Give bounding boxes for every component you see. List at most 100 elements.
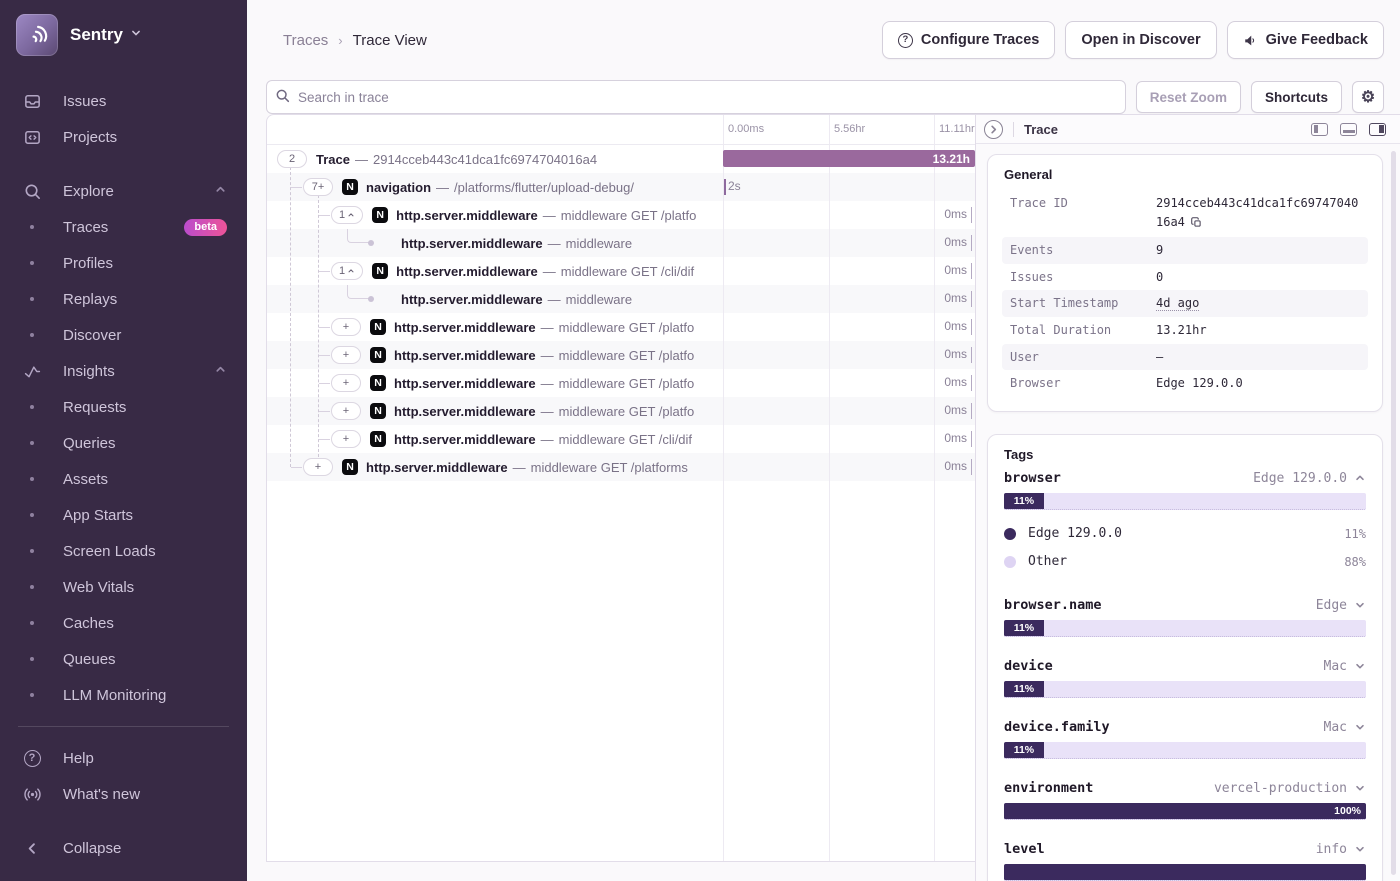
- sidebar-item-insights[interactable]: Insights: [0, 356, 247, 386]
- button-label: Give Feedback: [1266, 32, 1368, 48]
- open-in-discover-button[interactable]: Open in Discover: [1065, 21, 1216, 59]
- sidebar-item-web-vitals[interactable]: Web Vitals: [0, 572, 247, 602]
- legend-row[interactable]: Edge 129.0.011%: [1004, 520, 1366, 548]
- sidebar-item-discover[interactable]: Discover: [0, 320, 247, 350]
- button-label: Configure Traces: [921, 32, 1039, 48]
- tag-distribution-bar[interactable]: 11%: [1004, 742, 1366, 759]
- sidebar-item-label: Replays: [63, 291, 117, 308]
- sidebar-item-issues[interactable]: Issues: [0, 86, 247, 116]
- sidebar-item-help[interactable]: ?Help: [0, 743, 247, 773]
- tag-distribution-bar[interactable]: 100%: [1004, 803, 1366, 820]
- org-switcher[interactable]: Sentry: [0, 14, 247, 56]
- duration-tick: [971, 235, 973, 251]
- sidebar-item-requests[interactable]: Requests: [0, 392, 247, 422]
- trace-row[interactable]: +Nhttp.server.middleware—middleware GET …: [267, 453, 975, 481]
- sidebar-item-queries[interactable]: Queries: [0, 428, 247, 458]
- tag-key: environment: [1004, 780, 1093, 796]
- tag-value-dropdown[interactable]: vercel-production: [1214, 781, 1366, 796]
- sidebar-item-label: Caches: [63, 615, 114, 632]
- shortcuts-button[interactable]: Shortcuts: [1251, 81, 1342, 113]
- nextjs-icon: N: [342, 179, 358, 195]
- detail-scrollbar[interactable]: [1391, 151, 1396, 875]
- expand-children-button[interactable]: +: [331, 318, 361, 336]
- give-feedback-button[interactable]: Give Feedback: [1227, 21, 1384, 59]
- trace-row[interactable]: 1Nhttp.server.middleware—middleware GET …: [267, 257, 975, 285]
- tag-bar-percent: 100%: [1334, 805, 1361, 817]
- expand-children-button[interactable]: +: [331, 430, 361, 448]
- sidebar-item-explore[interactable]: Explore: [0, 176, 247, 206]
- expand-children-button[interactable]: +: [331, 374, 361, 392]
- expand-children-button[interactable]: 7+: [303, 178, 333, 196]
- expand-children-button[interactable]: 1: [331, 262, 363, 280]
- configure-traces-button[interactable]: ? Configure Traces: [882, 21, 1055, 59]
- tag-distribution-bar[interactable]: 11%: [1004, 620, 1366, 637]
- sidebar-section: Insights Requests Queries Assets App Starts S…: [0, 356, 247, 716]
- detail-title: Trace: [1024, 122, 1058, 137]
- legend-row[interactable]: Other88%: [1004, 548, 1366, 576]
- duration-tick: [971, 403, 973, 419]
- trace-row[interactable]: http.server.middleware—middleware0ms: [267, 285, 975, 313]
- trace-row[interactable]: http.server.middleware—middleware0ms: [267, 229, 975, 257]
- tag-distribution-bar[interactable]: 11%: [1004, 493, 1366, 510]
- expand-children-button[interactable]: +: [331, 346, 361, 364]
- sidebar-item-app-starts[interactable]: App Starts: [0, 500, 247, 530]
- sidebar-item-profiles[interactable]: Profiles: [0, 248, 247, 278]
- timeline-ruler[interactable]: 0.00ms5.56hr11.11hr: [723, 115, 975, 144]
- reset-zoom-button[interactable]: Reset Zoom: [1136, 81, 1241, 113]
- trace-row[interactable]: 7+Nnavigation—/platforms/flutter/upload-…: [267, 173, 975, 201]
- layout-left-icon[interactable]: [1311, 123, 1328, 136]
- trace-row[interactable]: +Nhttp.server.middleware—middleware GET …: [267, 397, 975, 425]
- expand-children-button[interactable]: +: [303, 458, 333, 476]
- sidebar-item-caches[interactable]: Caches: [0, 608, 247, 638]
- sidebar-item-screen-loads[interactable]: Screen Loads: [0, 536, 247, 566]
- timeline-tick-label: 0.00ms: [728, 123, 764, 135]
- tag-value-dropdown[interactable]: Mac: [1324, 659, 1366, 674]
- trace-row[interactable]: +Nhttp.server.middleware—middleware GET …: [267, 369, 975, 397]
- sidebar-item-replays[interactable]: Replays: [0, 284, 247, 314]
- tag-value-dropdown[interactable]: Edge: [1316, 598, 1366, 613]
- expand-panel-button[interactable]: [984, 120, 1003, 139]
- trace-row[interactable]: +Nhttp.server.middleware—middleware GET …: [267, 313, 975, 341]
- sidebar-item-what-s-new[interactable]: What's new: [0, 779, 247, 809]
- sidebar-item-llm-monitoring[interactable]: LLM Monitoring: [0, 680, 247, 710]
- copy-icon[interactable]: [1190, 215, 1202, 234]
- general-value[interactable]: 4d ago: [1156, 296, 1199, 311]
- sidebar-item-assets[interactable]: Assets: [0, 464, 247, 494]
- span-op-name: http.server.middleware: [401, 292, 543, 307]
- trace-duration-bar[interactable]: 13.21h: [723, 150, 975, 167]
- tag-value-dropdown[interactable]: Mac: [1324, 720, 1366, 735]
- tag-value-dropdown[interactable]: Edge 129.0.0: [1253, 471, 1366, 486]
- trace-row[interactable]: +Nhttp.server.middleware—middleware GET …: [267, 425, 975, 453]
- search-input[interactable]: [266, 80, 1126, 114]
- general-row-issues: Issues0: [1002, 264, 1368, 291]
- search-box: [266, 80, 1126, 114]
- layout-right-icon[interactable]: [1369, 123, 1386, 136]
- settings-button[interactable]: ⚙: [1352, 81, 1384, 113]
- expand-children-button[interactable]: 1: [331, 206, 363, 224]
- breadcrumb-traces[interactable]: Traces: [283, 32, 328, 49]
- span-timeline-cell: 0ms: [723, 229, 975, 257]
- layout-bottom-icon[interactable]: [1340, 123, 1357, 136]
- collapse-button[interactable]: Collapse: [0, 833, 247, 863]
- expand-children-button[interactable]: 2: [277, 150, 307, 168]
- tag-value-dropdown[interactable]: info: [1316, 842, 1366, 857]
- general-key: Trace ID: [1010, 194, 1148, 233]
- trace-row[interactable]: 1Nhttp.server.middleware—middleware GET …: [267, 201, 975, 229]
- tree-connector: [319, 271, 330, 272]
- trace-row[interactable]: 2Trace—2914cceb443c41dca1fc6974704016a41…: [267, 145, 975, 173]
- chevron-down-icon: [1354, 782, 1366, 794]
- help-icon: ?: [22, 750, 42, 767]
- nextjs-icon: N: [370, 347, 386, 363]
- question-circle-icon: ?: [898, 33, 913, 48]
- trace-row[interactable]: +Nhttp.server.middleware—middleware GET …: [267, 341, 975, 369]
- tag-group-device: deviceMac11%: [1002, 658, 1368, 698]
- tag-distribution-bar[interactable]: 11%: [1004, 681, 1366, 698]
- tag-value: Edge: [1316, 598, 1347, 613]
- sidebar-item-projects[interactable]: Projects: [0, 122, 247, 152]
- sidebar-item-queues[interactable]: Queues: [0, 644, 247, 674]
- span-description: /platforms/flutter/upload-debug/: [454, 180, 634, 195]
- tag-distribution-bar[interactable]: [1004, 864, 1366, 881]
- sidebar-item-traces[interactable]: Tracesbeta: [0, 212, 247, 242]
- expand-children-button[interactable]: +: [331, 402, 361, 420]
- broadcast-icon: [22, 785, 42, 804]
